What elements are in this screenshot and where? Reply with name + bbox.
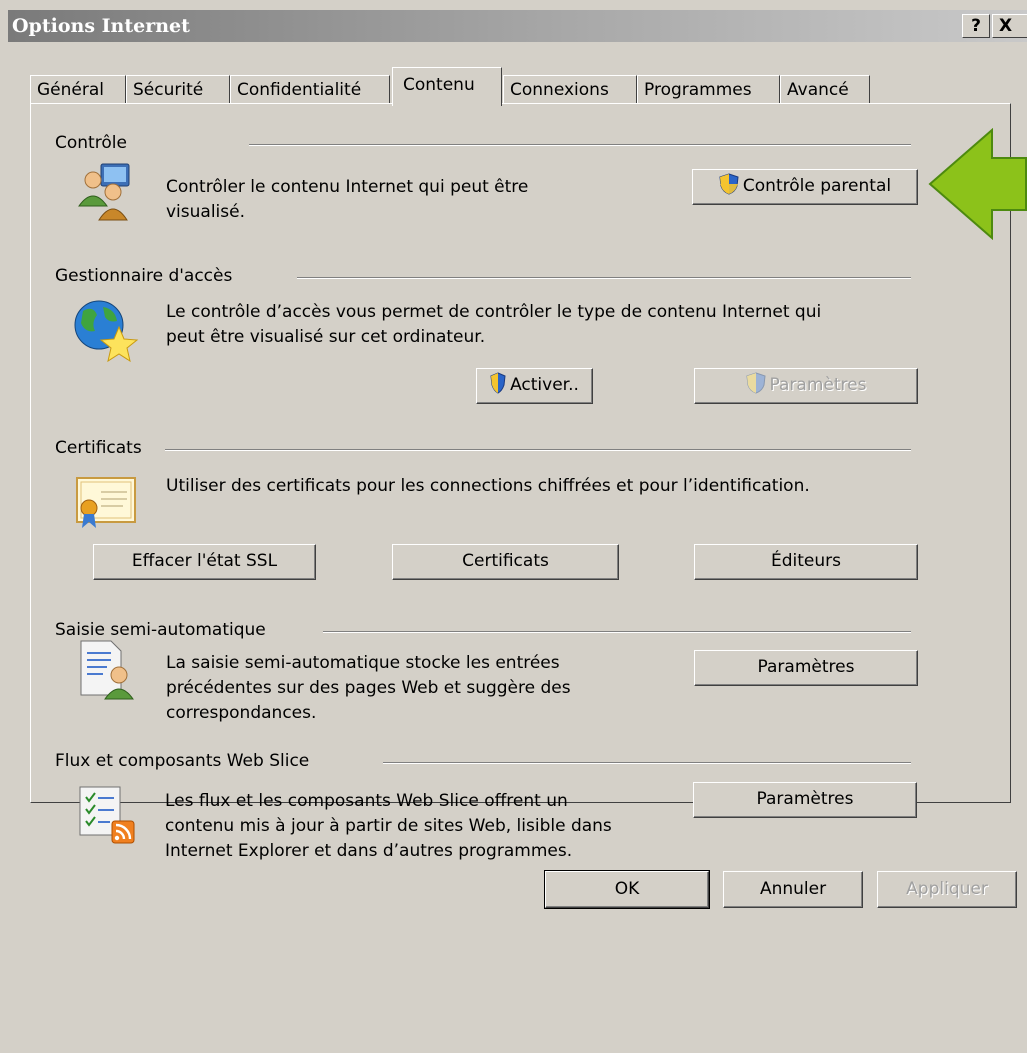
- form-user-icon: [80, 640, 134, 700]
- separator: [297, 277, 911, 279]
- content-tab-panel: Contrôle Contrôler le contenu Internet q…: [30, 103, 1011, 803]
- saisie-description-line3: correspondances.: [166, 703, 317, 723]
- users-computer-icon: [78, 163, 130, 221]
- publishers-button[interactable]: Éditeurs: [694, 544, 918, 580]
- tab-securite[interactable]: Sécurité: [126, 75, 230, 105]
- section-title-flux: Flux et composants Web Slice: [55, 751, 310, 771]
- close-button[interactable]: X: [992, 14, 1027, 38]
- separator: [165, 449, 911, 451]
- section-title-certificats: Certificats: [55, 438, 142, 458]
- window-title: Options Internet: [12, 15, 190, 37]
- saisie-description-line2: précédentes sur des pages Web et suggère…: [166, 678, 571, 698]
- green-arrow-icon: [928, 128, 1027, 240]
- separator: [249, 144, 911, 146]
- section-title-gestionnaire: Gestionnaire d'accès: [55, 266, 233, 286]
- uac-shield-icon: [719, 173, 739, 195]
- activate-label: Activer..: [510, 375, 579, 395]
- parental-control-label: Contrôle parental: [742, 176, 892, 196]
- internet-options-dialog: Options Internet ? X Général Sécurité Co…: [0, 0, 1027, 1053]
- section-title-controle: Contrôle: [55, 133, 127, 153]
- saisie-description-line1: La saisie semi-automatique stocke les en…: [166, 653, 560, 673]
- controle-description-line1: Contrôler le contenu Internet qui peut ê…: [166, 177, 529, 197]
- parental-control-button[interactable]: Contrôle parental: [692, 169, 918, 205]
- tab-contenu[interactable]: Contenu: [392, 67, 502, 106]
- tab-programmes[interactable]: Programmes: [637, 75, 780, 105]
- controle-description-line2: visualisé.: [166, 202, 245, 222]
- tab-connexions[interactable]: Connexions: [503, 75, 637, 105]
- ok-button[interactable]: OK: [544, 870, 710, 909]
- tab-avance[interactable]: Avancé: [780, 75, 870, 105]
- globe-star-icon: [74, 300, 139, 363]
- certificate-icon: [76, 477, 136, 528]
- uac-shield-icon: [490, 372, 506, 394]
- activate-content-advisor-button[interactable]: Activer..: [476, 368, 593, 404]
- advisor-settings-button[interactable]: Paramètres: [694, 368, 918, 404]
- separator: [323, 631, 911, 633]
- certificats-description: Utiliser des certificats pour les connec…: [166, 476, 810, 496]
- flux-description-line2: contenu mis à jour à partir de sites Web…: [165, 816, 612, 836]
- gestionnaire-description-line1: Le contrôle d’accès vous permet de contr…: [166, 302, 822, 322]
- flux-description-line3: Internet Explorer et dans d’autres progr…: [165, 841, 573, 861]
- title-bar[interactable]: Options Internet ? X: [8, 10, 1027, 42]
- advisor-settings-label: Paramètres: [769, 375, 867, 395]
- gestionnaire-description-line2: peut être visualisé sur cet ordinateur.: [166, 327, 486, 347]
- flux-description-line1: Les flux et les composants Web Slice off…: [165, 791, 568, 811]
- cancel-button[interactable]: Annuler: [723, 871, 863, 908]
- tab-general[interactable]: Général: [30, 75, 126, 105]
- help-button[interactable]: ?: [962, 14, 990, 38]
- uac-shield-icon: [745, 372, 766, 394]
- certificates-button[interactable]: Certificats: [392, 544, 619, 580]
- tab-confidentialite[interactable]: Confidentialité: [230, 75, 390, 105]
- clear-ssl-state-button[interactable]: Effacer l'état SSL: [93, 544, 316, 580]
- feed-checklist-icon: [79, 786, 135, 844]
- separator: [383, 762, 911, 764]
- section-title-saisie: Saisie semi-automatique: [55, 620, 266, 640]
- autocomplete-settings-button[interactable]: Paramètres: [694, 650, 918, 686]
- apply-button[interactable]: Appliquer: [877, 871, 1017, 908]
- feeds-settings-button[interactable]: Paramètres: [693, 782, 917, 818]
